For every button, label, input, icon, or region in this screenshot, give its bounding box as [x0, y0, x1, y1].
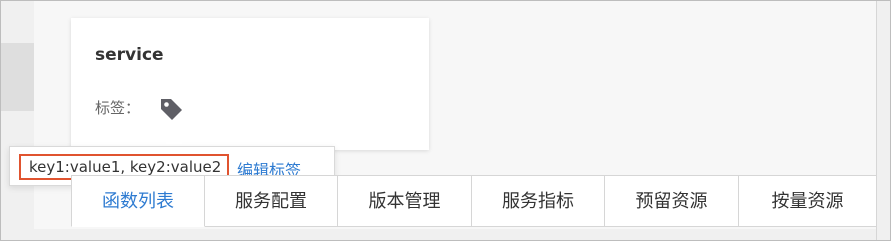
left-sidebar-highlight	[1, 43, 34, 111]
service-tabs: 函数列表 服务配置 版本管理 服务指标 预留资源 按量资源	[71, 175, 877, 227]
tag-icon[interactable]	[157, 95, 185, 123]
tab-service-config[interactable]: 服务配置	[205, 175, 338, 227]
service-title: service	[95, 45, 164, 65]
tab-reserved-resources[interactable]: 预留资源	[605, 175, 739, 227]
popover-arrow	[165, 132, 183, 144]
tab-function-list[interactable]: 函数列表	[71, 175, 205, 227]
tab-service-metrics[interactable]: 服务指标	[472, 175, 605, 227]
service-card: service 标签：	[71, 18, 429, 150]
tag-label: 标签：	[95, 99, 141, 117]
left-sidebar	[1, 1, 34, 240]
tab-on-demand-resources[interactable]: 按量资源	[739, 175, 877, 227]
window-frame: service 标签： key1:value1, key2:value2 编辑标…	[0, 0, 891, 241]
tab-version-management[interactable]: 版本管理	[338, 175, 472, 227]
